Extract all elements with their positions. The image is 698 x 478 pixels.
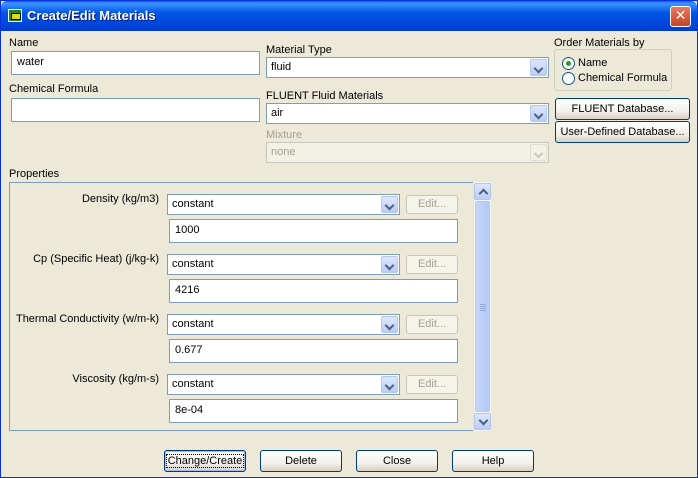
- grip-icon: [480, 308, 486, 309]
- fluent-fluid-materials-select[interactable]: air: [266, 103, 549, 124]
- property-value-input-density[interactable]: 1000: [169, 219, 458, 243]
- mixture-value: none: [271, 146, 296, 158]
- change-create-button-label: Change/Create: [165, 454, 245, 468]
- fluent-app-icon: [8, 9, 22, 22]
- edit-button-thermal-conductivity: Edit...: [406, 315, 458, 334]
- mixture-label: Mixture: [266, 129, 303, 141]
- edit-button-density: Edit...: [406, 195, 458, 214]
- property-method-value: constant: [172, 198, 214, 210]
- property-method-select-viscosity[interactable]: constant: [167, 374, 400, 395]
- order-by-name-label: Name: [578, 57, 608, 69]
- scroll-up-arrow-icon[interactable]: [474, 183, 491, 200]
- create-edit-materials-dialog: Create/Edit Materials ✕ Name water Chemi…: [0, 0, 698, 478]
- radio-unchecked-icon: [562, 72, 575, 85]
- title-bar[interactable]: Create/Edit Materials ✕: [1, 1, 697, 31]
- property-value-input-viscosity[interactable]: 8e-04: [169, 399, 458, 423]
- order-by-chemical-formula-radio[interactable]: Chemical Formula: [562, 72, 668, 85]
- chevron-down-icon[interactable]: [530, 105, 547, 122]
- property-value-input-cp[interactable]: 4216: [169, 279, 458, 303]
- chevron-down-icon[interactable]: [381, 376, 398, 393]
- properties-scrollbar[interactable]: [473, 182, 491, 431]
- user-defined-database-button-label: User-Defined Database...: [560, 126, 685, 138]
- mixture-select: none: [266, 142, 549, 163]
- property-value-input-thermal-conductivity[interactable]: 0.677: [169, 339, 458, 363]
- chemical-formula-input[interactable]: [11, 98, 260, 122]
- property-method-value: constant: [172, 258, 214, 270]
- fluent-database-button-label: FLUENT Database...: [571, 103, 674, 115]
- edit-button-cp: Edit...: [406, 255, 458, 274]
- edit-button-label: Edit...: [417, 378, 447, 390]
- chevron-down-icon[interactable]: [381, 256, 398, 273]
- material-type-label: Material Type: [266, 44, 332, 56]
- fluent-fluid-materials-value: air: [271, 107, 284, 119]
- grip-icon: [480, 304, 486, 305]
- property-label-cp: Cp (Specific Heat) (j/kg-k): [33, 253, 159, 265]
- edit-button-label: Edit...: [417, 198, 447, 210]
- chemical-formula-label: Chemical Formula: [9, 83, 99, 95]
- property-method-value: constant: [172, 318, 214, 330]
- grip-icon: [480, 306, 486, 307]
- order-by-chemical-formula-label: Chemical Formula: [578, 72, 668, 84]
- edit-button-viscosity: Edit...: [406, 375, 458, 394]
- edit-button-label: Edit...: [417, 318, 447, 330]
- chevron-down-icon[interactable]: [530, 59, 547, 76]
- chevron-down-icon: [530, 144, 547, 161]
- radio-checked-icon: [562, 57, 575, 70]
- chevron-down-icon[interactable]: [381, 316, 398, 333]
- fluent-database-button[interactable]: FLUENT Database...: [555, 98, 690, 120]
- help-button-label: Help: [481, 455, 505, 467]
- properties-panel: Density (kg/m3) constant Edit... 1000 Cp…: [9, 182, 491, 431]
- edit-button-label: Edit...: [417, 258, 447, 270]
- help-button[interactable]: Help: [452, 450, 534, 472]
- close-button[interactable]: Close: [356, 450, 438, 472]
- property-method-select-cp[interactable]: constant: [167, 254, 400, 275]
- property-label-viscosity: Viscosity (kg/m-s): [72, 373, 159, 385]
- name-label: Name: [9, 37, 39, 49]
- scroll-down-arrow-icon[interactable]: [474, 413, 491, 430]
- property-label-thermal-conductivity: Thermal Conductivity (w/m-k): [15, 313, 159, 325]
- fluent-fluid-materials-label: FLUENT Fluid Materials: [266, 90, 384, 102]
- delete-button[interactable]: Delete: [260, 450, 342, 472]
- order-by-name-radio[interactable]: Name: [562, 57, 608, 70]
- properties-label: Properties: [9, 168, 60, 180]
- close-window-button[interactable]: ✕: [670, 6, 691, 27]
- window-title: Create/Edit Materials: [27, 8, 156, 23]
- order-materials-by-group: [554, 49, 672, 91]
- delete-button-label: Delete: [285, 455, 317, 467]
- property-method-select-thermal-conductivity[interactable]: constant: [167, 314, 400, 335]
- property-method-value: constant: [172, 378, 214, 390]
- order-materials-by-label: Order Materials by: [554, 37, 645, 49]
- grip-icon: [480, 310, 486, 311]
- chevron-down-icon[interactable]: [381, 196, 398, 213]
- change-create-button[interactable]: Change/Create: [164, 450, 246, 472]
- scrollbar-thumb[interactable]: [475, 201, 490, 412]
- material-type-value: fluid: [271, 61, 292, 73]
- material-type-select[interactable]: fluid: [266, 57, 549, 78]
- close-button-label: Close: [382, 455, 412, 467]
- property-method-select-density[interactable]: constant: [167, 194, 400, 215]
- property-label-density: Density (kg/m3): [81, 193, 159, 205]
- user-defined-database-button[interactable]: User-Defined Database...: [555, 121, 690, 143]
- name-input[interactable]: water: [11, 51, 260, 75]
